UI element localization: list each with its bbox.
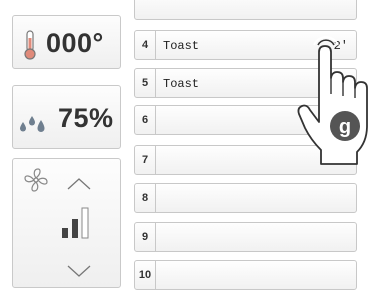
water-drops-icon	[20, 116, 45, 132]
step-number: 9	[135, 223, 156, 251]
chevron-down-icon[interactable]	[66, 264, 92, 278]
step-number: 6	[135, 106, 156, 134]
gesture-badge: g	[339, 116, 351, 138]
step-number: 7	[135, 146, 156, 174]
step-number: 8	[135, 184, 156, 212]
step-name: Toast	[163, 77, 200, 91]
temperature-panel[interactable]: 000°	[12, 15, 121, 69]
humidity-value: 75%	[58, 103, 114, 133]
tap-hand-icon: g	[297, 36, 368, 165]
step-row-9[interactable]: 9	[134, 222, 357, 252]
chevron-up-icon[interactable]	[66, 177, 92, 191]
fan-panel	[12, 158, 121, 288]
temperature-value: 000°	[46, 28, 104, 58]
step-number: 4	[135, 31, 156, 59]
step-number: 10	[135, 261, 156, 289]
step-row-partial[interactable]	[134, 0, 357, 20]
step-name: Toast	[163, 39, 200, 53]
thermometer-icon	[24, 30, 36, 60]
signal-bars-icon	[62, 207, 89, 239]
step-row-10[interactable]: 10	[134, 260, 357, 290]
step-number: 5	[135, 69, 156, 97]
fan-icon	[24, 168, 48, 192]
humidity-panel[interactable]: 75%	[12, 85, 121, 149]
step-row-8[interactable]: 8	[134, 183, 357, 213]
